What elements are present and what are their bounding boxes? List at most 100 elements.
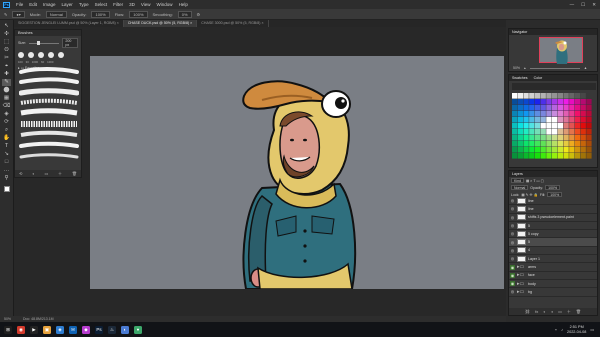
color-swatch[interactable] xyxy=(517,135,524,141)
color-swatch[interactable] xyxy=(557,153,564,159)
visibility-eye-icon[interactable]: ◎ xyxy=(510,198,515,203)
color-swatch[interactable] xyxy=(557,105,564,111)
zoom-out-icon[interactable]: ▴ xyxy=(524,66,526,70)
color-swatch[interactable] xyxy=(523,117,529,123)
color-swatch[interactable] xyxy=(569,135,575,141)
color-swatch[interactable] xyxy=(540,111,546,117)
color-swatch[interactable] xyxy=(574,111,581,117)
photoshop-logo-icon[interactable]: Ps xyxy=(3,1,10,8)
color-swatch[interactable] xyxy=(546,153,552,159)
hand-tool-icon[interactable]: ✋ xyxy=(2,135,11,142)
color-swatch[interactable] xyxy=(523,111,529,117)
visibility-eye-icon[interactable]: ◎ xyxy=(510,248,515,253)
color-swatch[interactable] xyxy=(517,93,524,99)
taskbar-app-icon[interactable]: ◉ xyxy=(17,325,25,334)
color-swatch[interactable] xyxy=(517,117,524,123)
type-tool-icon[interactable]: T xyxy=(2,143,11,150)
tab-document-2[interactable]: CHASE DUCK.psd @ 50% (5, RGB/8) × xyxy=(123,20,198,27)
opacity-field[interactable]: 100% xyxy=(91,10,110,18)
color-swatch[interactable] xyxy=(574,147,581,153)
color-swatch[interactable] xyxy=(512,117,518,123)
visibility-eye-icon[interactable]: ◉ xyxy=(510,272,515,278)
close-button[interactable]: ✕ xyxy=(592,2,596,8)
color-swatch[interactable] xyxy=(540,141,546,147)
menu-edit[interactable]: Edit xyxy=(29,2,37,7)
color-swatch[interactable] xyxy=(586,129,592,135)
color-swatch[interactable] xyxy=(534,123,541,129)
volume-icon[interactable]: ♪ xyxy=(561,328,563,332)
taskbar-app-icon[interactable]: ✉ xyxy=(69,325,77,334)
color-swatch[interactable] xyxy=(557,141,564,147)
color-swatch[interactable] xyxy=(574,93,581,99)
color-swatch[interactable] xyxy=(552,99,558,105)
color-swatch[interactable] xyxy=(546,111,552,117)
color-swatch[interactable] xyxy=(586,123,592,129)
flow-field[interactable]: 100% xyxy=(129,10,148,18)
color-swatch[interactable] xyxy=(546,105,552,111)
brush-size-slider[interactable] xyxy=(29,41,60,45)
visibility-eye-icon[interactable]: ◎ xyxy=(510,240,515,245)
color-swatch[interactable] xyxy=(512,129,518,135)
color-swatch[interactable] xyxy=(534,111,541,117)
color-swatch[interactable] xyxy=(580,129,586,135)
layer-row[interactable]: ◎ shifts 3 pseudoelement.paint xyxy=(509,214,597,222)
taskbar-app-icon[interactable]: ⊞ xyxy=(4,325,12,334)
color-swatch[interactable] xyxy=(512,153,518,159)
color-swatch[interactable] xyxy=(552,153,558,159)
color-swatch[interactable] xyxy=(557,93,564,99)
color-swatch[interactable] xyxy=(569,99,575,105)
brush-preset[interactable] xyxy=(18,52,24,58)
color-swatch[interactable] xyxy=(580,105,586,111)
visibility-eye-icon[interactable]: ◉ xyxy=(510,281,515,287)
shape-tool-icon[interactable]: □ xyxy=(2,159,11,166)
swatch-grid[interactable] xyxy=(512,93,592,159)
color-swatch[interactable] xyxy=(586,99,592,105)
color-swatch[interactable] xyxy=(574,153,581,159)
color-swatch[interactable] xyxy=(557,147,564,153)
taskbar-clock[interactable]: 2:51 PM 2022-04-08 xyxy=(567,325,586,334)
layer-row[interactable]: ◎ 4 xyxy=(509,247,597,256)
color-swatch[interactable] xyxy=(512,123,518,129)
gradient-tool-icon[interactable]: ◈ xyxy=(2,111,11,118)
blend-mode-select[interactable]: Normal xyxy=(511,185,529,190)
color-swatch[interactable] xyxy=(517,141,524,147)
color-swatch[interactable] xyxy=(529,123,535,129)
taskbar-app-icon[interactable]: ♨ xyxy=(108,325,116,334)
color-swatch[interactable] xyxy=(529,111,535,117)
navigator-zoom-value[interactable]: 50% xyxy=(513,66,520,70)
tab-document-3[interactable]: CHASE 3000.psd @ 50% (5, RGB/8) × xyxy=(197,20,269,27)
color-swatch[interactable] xyxy=(523,153,529,159)
brush-size-field[interactable]: 200 px xyxy=(62,38,78,48)
color-swatch[interactable] xyxy=(552,123,558,129)
color-swatch[interactable] xyxy=(563,105,569,111)
navigator-thumbnail[interactable] xyxy=(539,37,583,64)
menu-3d[interactable]: 3D xyxy=(129,2,135,7)
tab-swatches[interactable]: Swatches xyxy=(512,75,528,81)
color-swatch[interactable] xyxy=(517,99,524,105)
layer-group-row[interactable]: ◎ ▸▭ bg xyxy=(509,288,597,297)
taskbar-app-icon[interactable]: ▶ xyxy=(30,325,38,334)
menu-type[interactable]: Type xyxy=(79,2,89,7)
layer-row[interactable]: ◎ line xyxy=(509,205,597,214)
layer-row[interactable]: ◎ Layer 1 xyxy=(509,255,597,264)
color-swatch[interactable] xyxy=(523,99,529,105)
taskbar-app-icon[interactable]: ◐ xyxy=(121,325,129,334)
rotate-view-tool-icon[interactable]: ⟳ xyxy=(2,119,11,126)
color-swatch[interactable] xyxy=(534,153,541,159)
brush-preset-picker[interactable]: ●▾ xyxy=(12,10,25,18)
color-swatch[interactable] xyxy=(517,123,524,129)
color-swatch[interactable] xyxy=(580,93,586,99)
network-icon[interactable]: ⌁ xyxy=(555,327,557,332)
menu-file[interactable]: File xyxy=(16,2,23,7)
color-swatch[interactable] xyxy=(557,99,564,105)
color-swatch[interactable] xyxy=(557,129,564,135)
zoom-in-icon[interactable]: ▲ xyxy=(584,66,587,70)
color-swatch[interactable] xyxy=(563,153,569,159)
color-swatch[interactable] xyxy=(552,147,558,153)
color-swatch[interactable] xyxy=(546,135,552,141)
color-swatch[interactable] xyxy=(540,129,546,135)
color-swatch[interactable] xyxy=(529,129,535,135)
taskbar-app-icon[interactable]: ▣ xyxy=(43,325,51,334)
document-canvas[interactable] xyxy=(90,56,504,289)
color-swatch[interactable] xyxy=(557,123,564,129)
